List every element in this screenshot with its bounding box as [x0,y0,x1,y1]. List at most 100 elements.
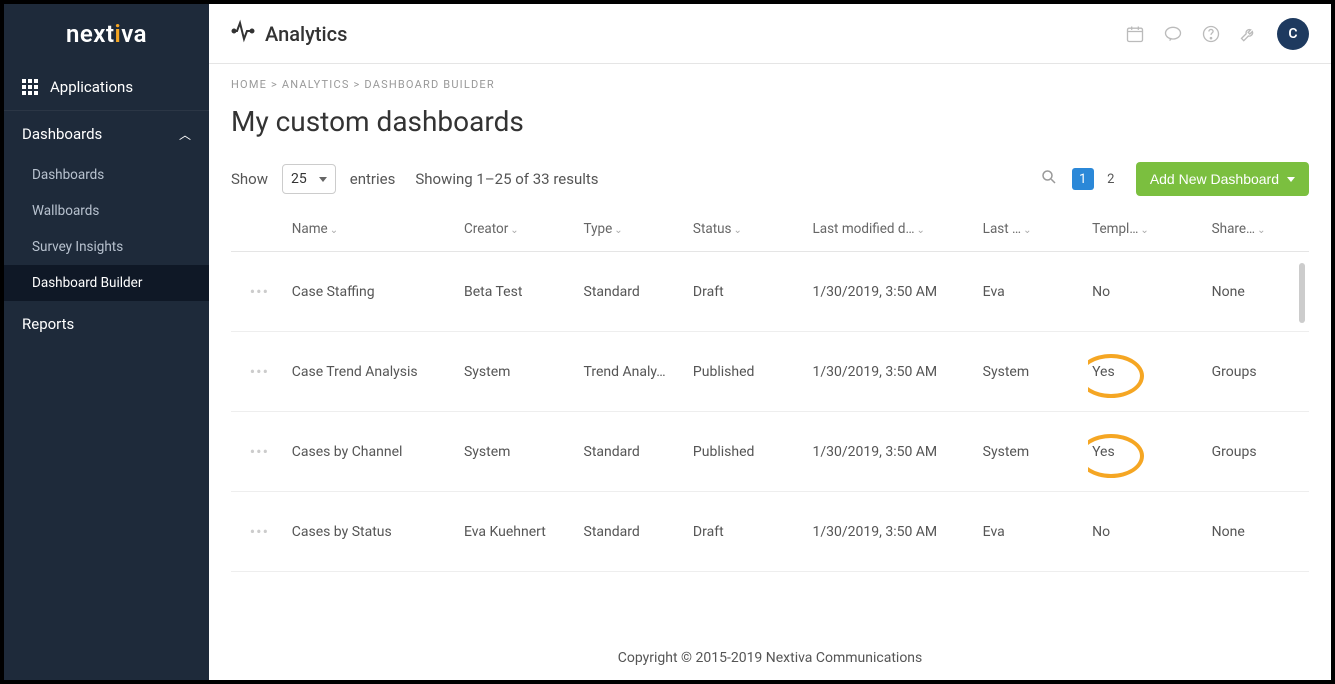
table-row[interactable]: •••Case StaffingBeta TestStandardDraft1/… [231,252,1309,332]
cell-template: Yes [1088,332,1208,412]
row-menu-icon[interactable]: ••• [231,252,288,332]
nav-reports-label: Reports [22,315,74,333]
results-text: Showing 1–25 of 33 results [415,170,598,188]
cell-creator: Eva Kuehnert [460,492,580,572]
avatar[interactable]: C [1277,18,1309,50]
table-wrap: Name⌄ Creator⌄ Type⌄ Status⌄ Last modifi… [231,206,1309,636]
sort-icon: ⌄ [1257,225,1265,236]
cell-type: Trend Analy… [580,332,689,412]
cell-template: No [1088,252,1208,332]
sidebar-item-wallboards[interactable]: Wallboards [4,193,209,229]
cell-by: System [979,412,1088,492]
cell-by: Eva [979,492,1088,572]
chat-icon[interactable] [1163,24,1183,44]
col-modified[interactable]: Last modified d…⌄ [808,207,978,252]
row-menu-icon[interactable]: ••• [231,492,288,572]
cell-status: Draft [689,492,809,572]
wrench-icon[interactable] [1239,24,1259,44]
add-new-dashboard-button[interactable]: Add New Dashboard [1136,162,1309,196]
nav-dashboards[interactable]: Dashboards ︿ [4,110,209,157]
top-icons: C [1125,18,1309,50]
breadcrumb-home[interactable]: HOME [231,78,267,91]
help-icon[interactable] [1201,24,1221,44]
sidebar-item-dashboard-builder[interactable]: Dashboard Builder [4,265,209,301]
breadcrumb-current: DASHBOARD BUILDER [364,78,494,91]
nav-dashboards-label: Dashboards [22,125,102,143]
col-type[interactable]: Type⌄ [580,207,689,252]
logo-text: nextiva [66,20,147,48]
cell-modified: 1/30/2019, 3:50 AM [808,412,978,492]
entries-label: entries [350,170,396,188]
page-1[interactable]: 1 [1072,168,1094,190]
cell-shared: Groups [1208,412,1309,492]
cell-type: Standard [580,492,689,572]
cell-status: Published [689,332,809,412]
cell-status: Draft [689,252,809,332]
breadcrumb-sep: > [271,78,278,91]
page-header: Analytics [231,19,347,48]
sort-icon: ⌄ [330,225,338,236]
table-row[interactable]: •••Cases by StatusEva KuehnertStandardDr… [231,492,1309,572]
sort-icon: ⌄ [1140,225,1148,236]
col-name[interactable]: Name⌄ [288,207,460,252]
sidebar: nextiva Applications Dashboards ︿ Dashbo… [4,4,209,680]
col-template[interactable]: Templ…⌄ [1088,207,1208,252]
cell-modified: 1/30/2019, 3:50 AM [808,332,978,412]
controls-right: 1 2 Add New Dashboard [1040,162,1309,196]
nav-applications[interactable]: Applications [4,64,209,110]
cell-name: Cases by Status [288,492,460,572]
scrollbar[interactable] [1299,263,1305,323]
sort-icon: ⌄ [917,225,925,236]
col-status[interactable]: Status⌄ [689,207,809,252]
row-menu-icon[interactable]: ••• [231,332,288,412]
nav-applications-label: Applications [50,78,133,96]
table-controls: Show 25 entries Showing 1–25 of 33 resul… [231,162,1309,196]
add-button-label: Add New Dashboard [1150,171,1279,187]
breadcrumb: HOME > ANALYTICS > DASHBOARD BUILDER [209,64,1331,97]
cell-modified: 1/30/2019, 3:50 AM [808,252,978,332]
table-header-row: Name⌄ Creator⌄ Type⌄ Status⌄ Last modifi… [231,207,1309,252]
caret-down-icon [319,177,327,182]
nav-reports[interactable]: Reports [4,301,209,347]
table-row[interactable]: •••Cases by ChannelSystemStandardPublish… [231,412,1309,492]
cell-by: Eva [979,252,1088,332]
sidebar-item-survey-insights[interactable]: Survey Insights [4,229,209,265]
cell-status: Published [689,412,809,492]
cell-name: Case Staffing [288,252,460,332]
cell-name: Case Trend Analysis [288,332,460,412]
cell-template: No [1088,492,1208,572]
cell-creator: Beta Test [460,252,580,332]
cell-creator: System [460,412,580,492]
cell-type: Standard [580,412,689,492]
col-creator[interactable]: Creator⌄ [460,207,580,252]
breadcrumb-sep: > [354,78,361,91]
page-header-title: Analytics [265,22,347,46]
page-2[interactable]: 2 [1100,168,1122,190]
analytics-icon [231,19,255,48]
grid-icon [22,79,38,95]
topbar: Analytics C [209,4,1331,64]
col-shared[interactable]: Share…⌄ [1208,207,1309,252]
col-by[interactable]: Last …⌄ [979,207,1088,252]
page-body: My custom dashboards Show 25 entries Sho… [209,97,1331,636]
show-label: Show [231,170,268,188]
entries-select[interactable]: 25 [282,164,336,194]
search-icon[interactable] [1040,168,1058,190]
cell-name: Cases by Channel [288,412,460,492]
pager: 1 2 [1072,168,1122,190]
page-title: My custom dashboards [231,105,1309,138]
sort-icon: ⌄ [734,225,742,236]
sidebar-item-dashboards[interactable]: Dashboards [4,157,209,193]
cell-modified: 1/30/2019, 3:50 AM [808,492,978,572]
table-row[interactable]: •••Case Trend AnalysisSystemTrend Analy…… [231,332,1309,412]
cell-shared: Groups [1208,332,1309,412]
footer: Copyright © 2015-2019 Nextiva Communicat… [209,636,1331,680]
nav-dashboards-sub: Dashboards Wallboards Survey Insights Da… [4,157,209,301]
cell-shared: None [1208,252,1309,332]
sort-icon: ⌄ [1023,225,1031,236]
calendar-icon[interactable] [1125,24,1145,44]
row-menu-icon[interactable]: ••• [231,412,288,492]
cell-template: Yes [1088,412,1208,492]
breadcrumb-analytics[interactable]: ANALYTICS [282,78,350,91]
main: Analytics C HOME > ANALYTICS > DASHBOARD… [209,4,1331,680]
